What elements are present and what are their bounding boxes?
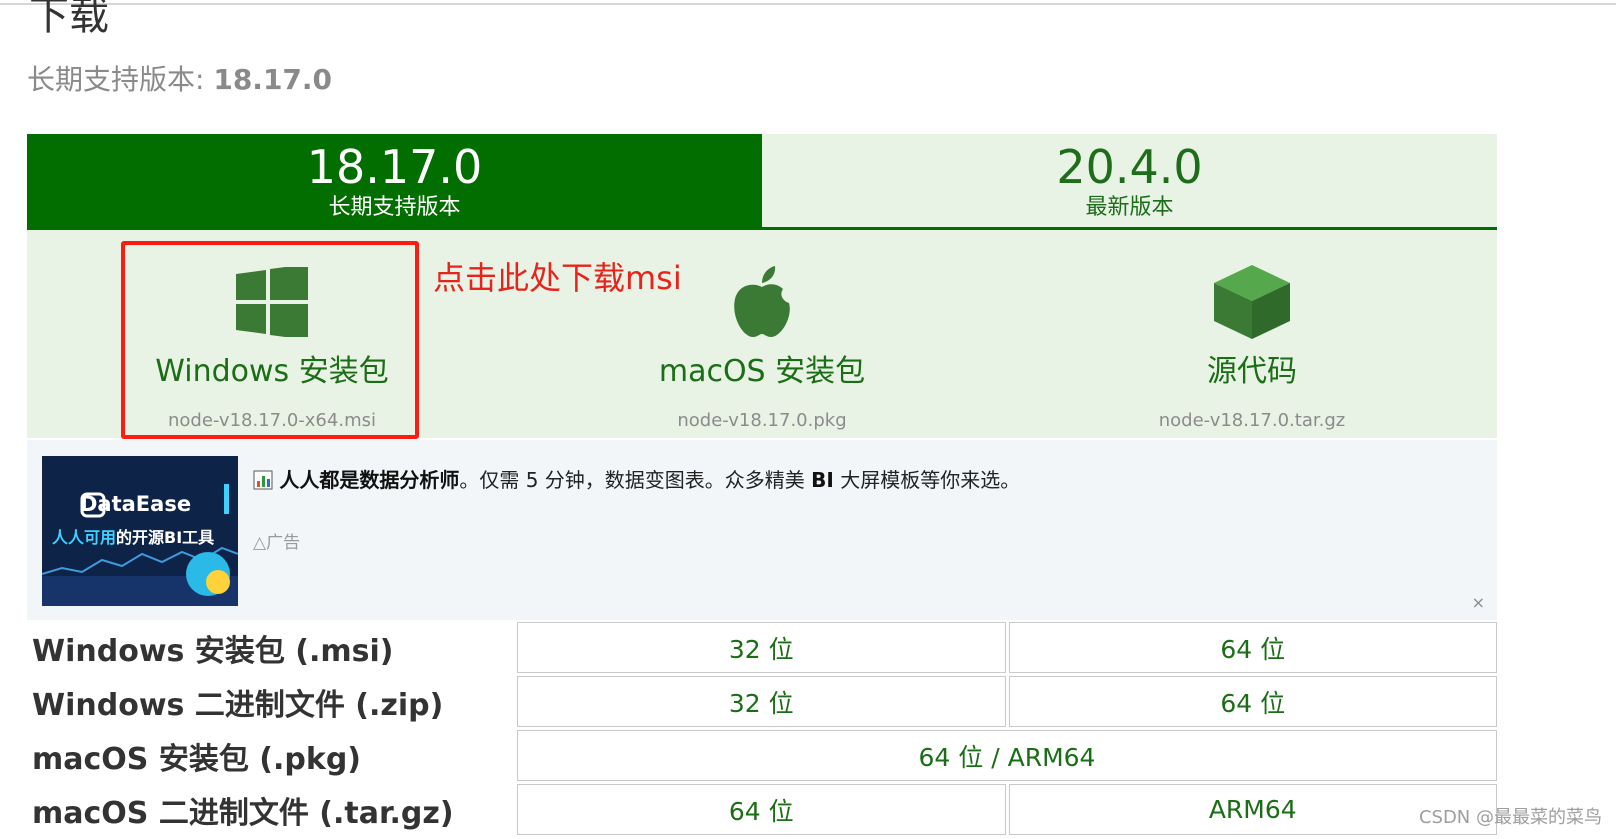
- ad-headline: 人人都是数据分析师: [279, 468, 460, 492]
- annotation-text: 点击此处下载msi: [433, 259, 682, 297]
- download-link[interactable]: 32 位: [517, 676, 1006, 727]
- table-row: macOS 二进制文件 (.tar.gz) 64 位 ARM64: [27, 784, 1497, 835]
- table-row: Windows 安装包 (.msi) 32 位 64 位: [27, 622, 1497, 673]
- download-link[interactable]: 64 位: [1008, 622, 1497, 673]
- tab-current-label: 最新版本: [1085, 195, 1174, 220]
- version-tabs: 18.17.0 长期支持版本 20.4.0 最新版本: [27, 134, 1497, 230]
- download-link[interactable]: 64 位 / ARM64: [517, 730, 1497, 781]
- ad-text[interactable]: 人人都是数据分析师。仅需 5 分钟，数据变图表。众多精美 BI 大屏模板等你来选…: [253, 464, 1020, 493]
- tab-current-version: 20.4.0: [1056, 140, 1203, 194]
- ad-subtitle: 人人可用的开源BI工具: [52, 528, 215, 547]
- chart-icon: [253, 468, 279, 492]
- download-table: Windows 安装包 (.msi) 32 位 64 位 Windows 二进制…: [27, 622, 1497, 838]
- table-row: macOS 安装包 (.pkg) 64 位 / ARM64: [27, 730, 1497, 781]
- ad-brand: DataEase: [80, 492, 192, 516]
- tab-lts-label: 长期支持版本: [328, 195, 461, 220]
- lts-heading: 长期支持版本: 18.17.0: [27, 62, 332, 98]
- tab-lts[interactable]: 18.17.0 长期支持版本: [27, 134, 762, 230]
- download-link[interactable]: 32 位: [517, 622, 1006, 673]
- download-source-label: 源代码: [1207, 354, 1297, 389]
- download-source-file: node-v18.17.0.tar.gz: [1158, 410, 1346, 431]
- apple-icon: [731, 262, 793, 342]
- row-label: macOS 二进制文件 (.tar.gz): [32, 795, 454, 831]
- watermark: CSDN @最最菜的菜鸟: [1418, 807, 1602, 828]
- row-label: macOS 安装包 (.pkg): [32, 741, 362, 777]
- page-title: 下载: [29, 0, 109, 39]
- download-link[interactable]: 64 位: [517, 784, 1006, 835]
- lts-label: 长期支持版本:: [27, 63, 205, 96]
- tab-current[interactable]: 20.4.0 最新版本: [762, 134, 1497, 230]
- download-macos-label: macOS 安装包: [658, 354, 866, 389]
- row-label: Windows 二进制文件 (.zip): [32, 687, 444, 723]
- download-macos-file: node-v18.17.0.pkg: [677, 410, 847, 431]
- download-source[interactable]: 源代码 node-v18.17.0.tar.gz: [1007, 230, 1497, 438]
- ad-image[interactable]: DataEase 人人可用的开源BI工具: [42, 456, 238, 606]
- table-row: Windows 二进制文件 (.zip) 32 位 64 位: [27, 676, 1497, 727]
- top-divider: [0, 3, 1616, 5]
- highlight-box: [121, 241, 419, 439]
- ad-tag: △广告: [253, 533, 301, 553]
- row-label: Windows 安装包 (.msi): [32, 633, 394, 669]
- download-link[interactable]: 64 位: [1008, 676, 1497, 727]
- ad-banner[interactable]: DataEase 人人可用的开源BI工具 人人都是数据分析师。仅需 5 分钟，数…: [27, 440, 1497, 620]
- ad-mark-icon: △: [253, 533, 267, 553]
- tab-lts-version: 18.17.0: [306, 140, 483, 194]
- lts-version: 18.17.0: [213, 63, 333, 96]
- cube-icon: [1214, 262, 1290, 342]
- ad-close-button[interactable]: ×: [1472, 593, 1485, 612]
